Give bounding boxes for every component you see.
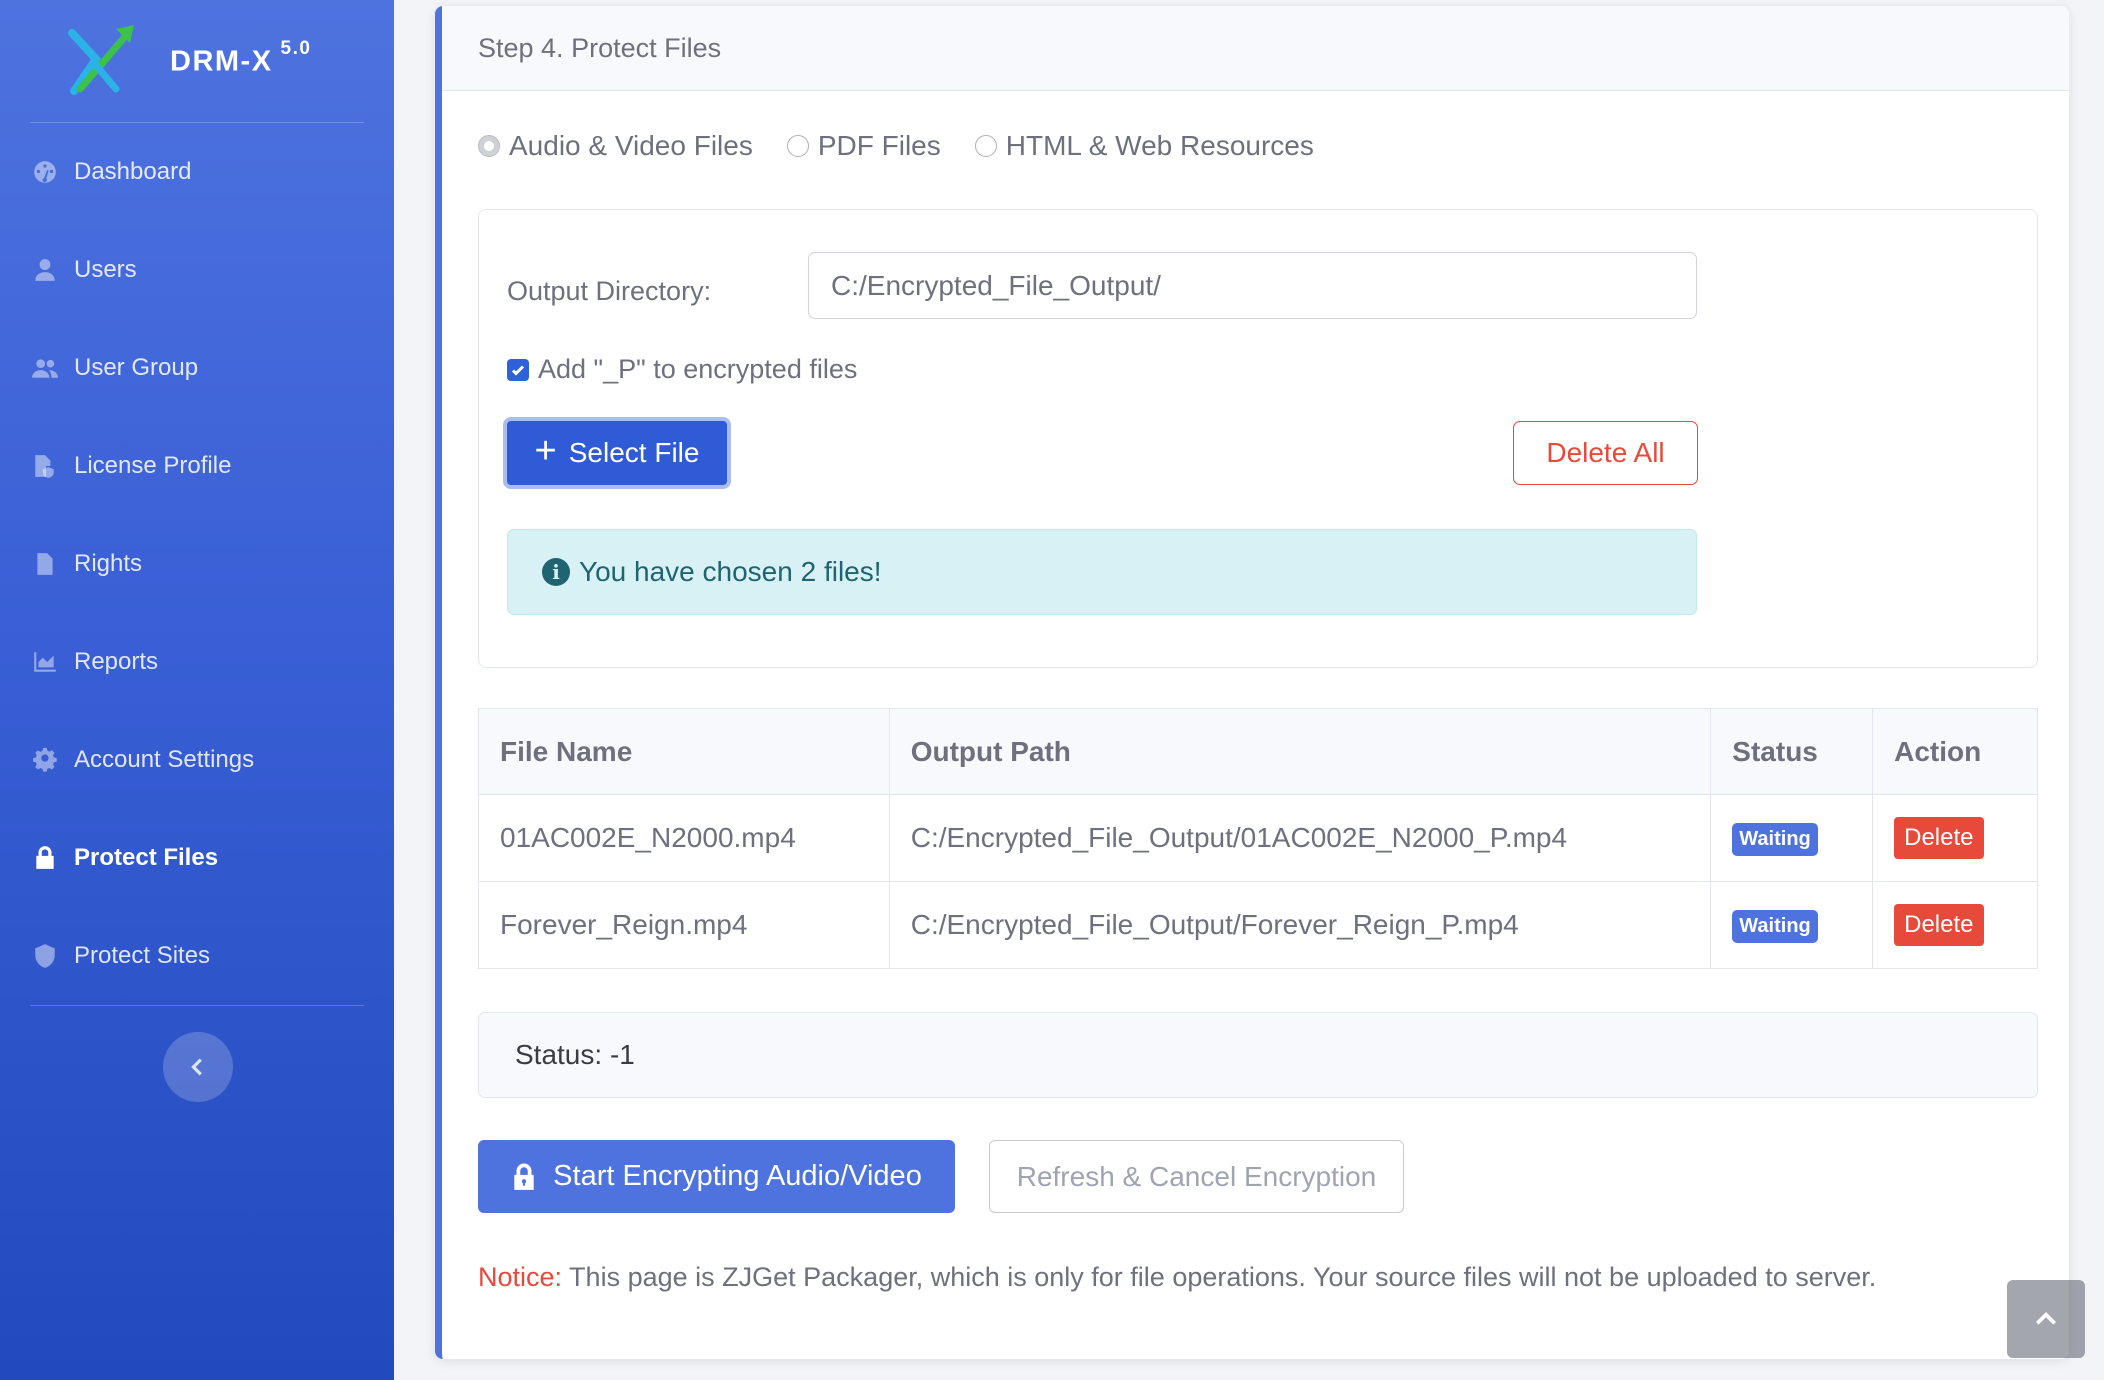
sidebar-item-protect-files[interactable]: Protect Files — [0, 809, 394, 907]
files-chosen-alert: i You have chosen 2 files! — [507, 529, 1697, 615]
sidebar-item-dashboard[interactable]: Dashboard — [0, 123, 394, 221]
column-header-status: Status — [1710, 708, 1874, 795]
plus-icon: + — [534, 430, 557, 472]
sidebar-item-label: Reports — [74, 648, 159, 675]
chevron-left-icon — [191, 1058, 202, 1076]
notice-label: Notice: — [478, 1262, 563, 1292]
protect-files-card: Step 4. Protect Files Audio & Video File… — [435, 6, 2069, 1359]
radio-button[interactable] — [786, 135, 809, 157]
sidebar-item-label: User Group — [74, 354, 199, 381]
sidebar-toggle-button[interactable] — [163, 1032, 233, 1102]
user-icon — [30, 255, 60, 285]
start-encrypting-button[interactable]: Start Encrypting Audio/Video — [478, 1140, 955, 1213]
sidebar-item-license-profile[interactable]: License Profile — [0, 417, 394, 515]
document-icon — [30, 549, 60, 579]
sidebar-item-label: Rights — [74, 550, 143, 577]
sidebar: DRM-X 5.0 Dashboard Users User Group Lice… — [0, 0, 394, 1380]
status-cell: Waiting — [1710, 881, 1874, 969]
drm-x-logo-icon — [68, 25, 134, 95]
notice-text: Notice: This page is ZJGet Packager, whi… — [478, 1262, 1876, 1293]
users-group-icon — [30, 353, 60, 383]
column-header-output-path: Output Path — [888, 708, 1712, 795]
chevron-up-icon — [2035, 1311, 2057, 1325]
delete-all-button[interactable]: Delete All — [1513, 421, 1698, 485]
status-badge: Waiting — [1732, 823, 1818, 856]
gear-icon — [30, 745, 60, 775]
lock-icon — [30, 843, 60, 873]
brand-name: DRM-X 5.0 — [170, 37, 312, 78]
file-name-cell: Forever_Reign.mp4 — [478, 881, 890, 969]
radio-audio-video[interactable]: Audio & Video Files — [478, 130, 753, 162]
sidebar-item-label: Protect Files — [74, 844, 219, 871]
output-path-cell: C:/Encrypted_File_Output/Forever_Reign_P… — [888, 881, 1712, 969]
sidebar-item-reports[interactable]: Reports — [0, 613, 394, 711]
action-cell: Delete — [1872, 881, 2038, 969]
info-circle-icon: i — [542, 558, 570, 586]
status-badge: Waiting — [1732, 910, 1818, 943]
select-file-label: Select File — [568, 437, 700, 468]
sidebar-item-protect-sites[interactable]: Protect Sites — [0, 907, 394, 1005]
shield-icon — [30, 941, 60, 971]
sidebar-item-label: Account Settings — [74, 746, 255, 773]
notice-body: This page is ZJGet Packager, which is on… — [562, 1262, 1877, 1292]
radio-pdf[interactable]: PDF Files — [786, 130, 941, 162]
sidebar-item-account-settings[interactable]: Account Settings — [0, 711, 394, 809]
action-cell: Delete — [1872, 794, 2038, 882]
table-row: Forever_Reign.mp4 C:/Encrypted_File_Outp… — [478, 881, 2038, 969]
radio-html-web[interactable]: HTML & Web Resources — [974, 130, 1314, 162]
file-shield-icon — [30, 451, 60, 481]
file-name-cell: 01AC002E_N2000.mp4 — [478, 794, 890, 882]
checkbox-label: Add "_P" to encrypted files — [538, 354, 858, 384]
output-directory-label: Output Directory: — [507, 276, 712, 306]
brand[interactable]: DRM-X 5.0 — [0, 0, 394, 122]
scroll-to-top-button[interactable] — [2007, 1280, 2085, 1358]
delete-row-button[interactable]: Delete — [1894, 904, 1984, 946]
file-selection-panel: Output Directory: Add "_P" to encrypted … — [478, 209, 2038, 668]
table-header-row: File Name Output Path Status Action — [478, 708, 2038, 795]
radio-label: HTML & Web Resources — [1005, 130, 1314, 161]
radio-button[interactable] — [478, 135, 500, 157]
sidebar-item-user-group[interactable]: User Group — [0, 319, 394, 417]
sidebar-item-label: Users — [74, 256, 137, 283]
column-header-file-name: File Name — [478, 708, 890, 795]
add-p-suffix-checkbox-row[interactable]: Add "_P" to encrypted files — [507, 354, 857, 385]
dashboard-icon — [30, 157, 60, 187]
sidebar-item-label: Dashboard — [74, 158, 192, 185]
area-chart-icon — [30, 647, 60, 677]
sidebar-item-rights[interactable]: Rights — [0, 515, 394, 613]
sidebar-divider — [30, 1005, 364, 1006]
radio-button[interactable] — [974, 135, 997, 157]
lock-icon — [514, 1163, 534, 1190]
files-table: File Name Output Path Status Action 01AC… — [478, 708, 2038, 969]
status-cell: Waiting — [1710, 794, 1874, 882]
output-path-cell: C:/Encrypted_File_Output/01AC002E_N2000_… — [888, 794, 1712, 882]
refresh-cancel-encryption-button[interactable]: Refresh & Cancel Encryption — [989, 1140, 1404, 1213]
checkmark-icon — [511, 364, 525, 376]
radio-label: Audio & Video Files — [509, 130, 753, 161]
column-header-action: Action — [1872, 708, 2038, 795]
output-directory-input[interactable] — [808, 252, 1697, 319]
brand-version: 5.0 — [280, 37, 312, 59]
sidebar-item-label: License Profile — [74, 452, 232, 479]
radio-label: PDF Files — [817, 130, 941, 161]
sidebar-item-label: Protect Sites — [74, 942, 211, 969]
sidebar-item-users[interactable]: Users — [0, 221, 394, 319]
card-title: Step 4. Protect Files — [442, 6, 2069, 91]
alert-text: You have chosen 2 files! — [579, 556, 882, 587]
status-display: Status: -1 — [478, 1012, 2038, 1098]
add-p-suffix-checkbox[interactable] — [507, 358, 529, 381]
file-type-radio-group: Audio & Video Files PDF Files HTML & Web… — [478, 130, 1348, 162]
table-row: 01AC002E_N2000.mp4 C:/Encrypted_File_Out… — [478, 794, 2038, 882]
select-file-button[interactable]: + Select File — [503, 417, 731, 489]
start-encrypting-label: Start Encrypting Audio/Video — [553, 1160, 922, 1192]
delete-row-button[interactable]: Delete — [1894, 817, 1984, 859]
